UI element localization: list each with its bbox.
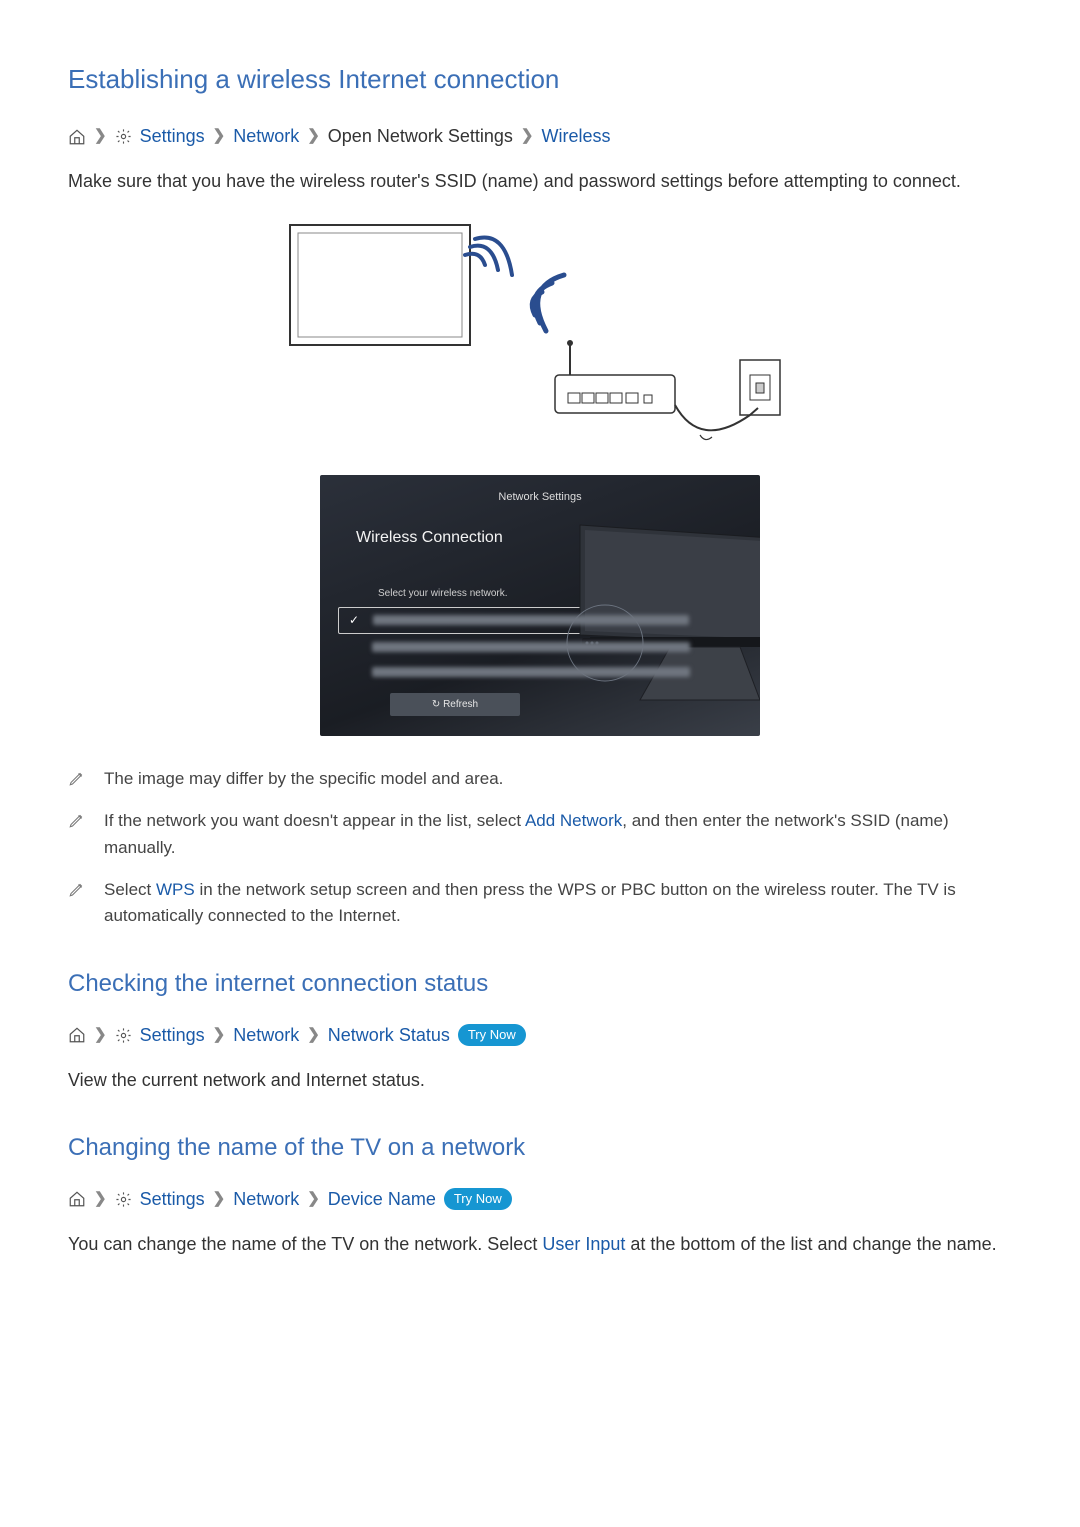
breadcrumb-device-name: ❯ Settings ❯ Network ❯ Device Name Try N… [68,1186,1012,1213]
home-icon [68,1026,86,1044]
wps-link[interactable]: WPS [156,880,195,899]
chevron-right-icon: ❯ [213,1024,226,1047]
gear-icon [115,1027,132,1044]
breadcrumb-network[interactable]: Network [233,1022,299,1049]
user-input-link[interactable]: User Input [542,1234,625,1254]
refresh-button: ↻ Refresh [390,693,520,716]
chevron-right-icon: ❯ [307,1188,320,1211]
network-settings-screenshot: Network Settings Wireless Connection Sel… [320,475,760,736]
chevron-right-icon: ❯ [94,1188,107,1211]
intro-paragraph: Make sure that you have the wireless rou… [68,168,1012,195]
note-text: The image may differ by the specific mod… [104,766,503,792]
note-item: If the network you want doesn't appear i… [68,808,1012,861]
gear-icon [115,128,132,145]
breadcrumb-wireless-link[interactable]: Wireless [541,123,610,150]
breadcrumb-network-status[interactable]: Network Status [328,1022,450,1049]
home-icon [68,128,86,146]
home-icon [68,1190,86,1208]
pencil-icon [68,811,86,829]
breadcrumb-status: ❯ Settings ❯ Network ❯ Network Status Tr… [68,1022,1012,1049]
pencil-icon [68,769,86,787]
breadcrumb-wireless: ❯ Settings ❯ Network ❯ Open Network Sett… [68,123,1012,150]
chevron-right-icon: ❯ [213,125,226,148]
breadcrumb-network[interactable]: Network [233,123,299,150]
breadcrumb-device-name-link[interactable]: Device Name [328,1186,436,1213]
section-heading-status: Checking the internet connection status [68,966,1012,1002]
screenshot-title: Network Settings [320,489,760,506]
gear-icon [115,1191,132,1208]
breadcrumb-settings[interactable]: Settings [140,123,205,150]
breadcrumb-settings[interactable]: Settings [140,1186,205,1213]
chevron-right-icon: ❯ [307,1024,320,1047]
note-text: Select WPS in the network setup screen a… [104,877,1012,930]
chevron-right-icon: ❯ [94,1024,107,1047]
chevron-right-icon: ❯ [213,1188,226,1211]
chevron-right-icon: ❯ [307,125,320,148]
device-name-paragraph: You can change the name of the TV on the… [68,1231,1012,1258]
wireless-diagram [280,215,800,455]
check-icon: ✓ [349,611,363,629]
breadcrumb-open-network: Open Network Settings [328,123,513,150]
breadcrumb-settings[interactable]: Settings [140,1022,205,1049]
note-item: The image may differ by the specific mod… [68,766,1012,792]
add-network-link[interactable]: Add Network [525,811,622,830]
try-now-button[interactable]: Try Now [444,1188,512,1211]
note-item: Select WPS in the network setup screen a… [68,877,1012,930]
chevron-right-icon: ❯ [94,125,107,148]
note-text: If the network you want doesn't appear i… [104,808,1012,861]
breadcrumb-network[interactable]: Network [233,1186,299,1213]
section-heading-wireless: Establishing a wireless Internet connect… [68,60,1012,99]
chevron-right-icon: ❯ [521,125,534,148]
pencil-icon [68,880,86,898]
try-now-button[interactable]: Try Now [458,1024,526,1047]
status-paragraph: View the current network and Internet st… [68,1067,1012,1094]
section-heading-device-name: Changing the name of the TV on a network [68,1130,1012,1166]
